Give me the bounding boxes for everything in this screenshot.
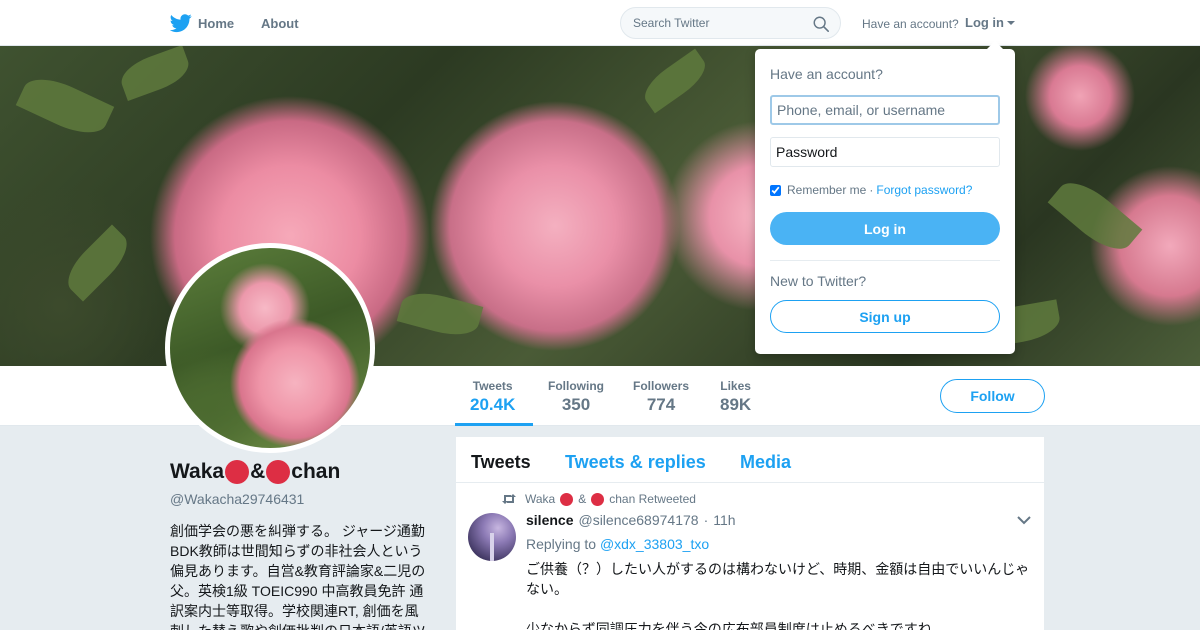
twitter-bird-icon [170,14,192,33]
remember-me-row: Remember me · Forgot password? [770,183,972,197]
signup-button[interactable]: Sign up [770,300,1000,333]
search-icon[interactable] [812,15,830,33]
tweet-separator: · [703,512,709,528]
tab-tweets-and-replies[interactable]: Tweets & replies [565,452,706,473]
red-circle-emoji [225,460,250,484]
stat-tweets-label: Tweets [472,379,513,393]
tweet-text-continued: 少なからず同調圧力を伴う今の広布部員制度は止めるべきですね [526,621,932,630]
retweeter-name-prefix: Waka [525,492,556,506]
tweet-author-handle[interactable]: @silence68974178 [578,512,698,528]
tweet-timestamp[interactable]: 11h [713,512,735,528]
about-link[interactable]: About [261,16,299,31]
profile-bio: 創価学会の悪を糾弾する。 ジャージ通勤BDK教師は世間知らずの非社会人という偏見… [170,523,426,630]
search-box [620,7,841,39]
stat-likes-value: 89K [720,395,752,414]
login-button[interactable]: Log in [770,212,1000,245]
forgot-password-link[interactable]: Forgot password? [876,183,972,197]
tab-media[interactable]: Media [740,452,791,473]
tweet-author-name[interactable]: silence [526,512,573,528]
profile-name-suffix: chan [291,460,341,483]
remember-me-checkbox[interactable] [770,184,781,196]
replying-to-handle[interactable]: @xdx_33803_txo [600,536,709,552]
follow-button[interactable]: Follow [940,379,1045,413]
timeline: Tweets Tweets & replies Media Waka & cha… [456,437,1044,630]
stat-following-value: 350 [561,395,591,414]
home-label: Home [198,15,235,31]
profile-avatar[interactable] [165,243,375,453]
caret-down-icon [1007,21,1015,25]
active-stat-underline [455,423,533,426]
home-link[interactable]: Home [170,12,234,34]
tweet-header: silence @silence68974178 · 11h [526,512,736,528]
profile-name-prefix: Waka [170,460,225,483]
login-link-label: Log in [965,15,1004,30]
login-dropdown: Have an account? Remember me · Forgot pa… [755,41,1015,354]
username-field[interactable] [770,95,1000,125]
login-dropdown-toggle[interactable]: Log in [965,15,1015,30]
red-circle-emoji [266,460,291,484]
dropdown-title: Have an account? [770,66,883,82]
stat-tweets-value: 20.4K [470,395,516,414]
tweet-text: ご供養（？）したい人がするのは構わないけど、時期、金額は自由でいいんじゃない。 [526,561,1030,597]
tab-tweets[interactable]: Tweets [471,452,531,473]
have-account-text: Have an account? [862,17,959,31]
profile-handle[interactable]: @Wakacha29746431 [170,491,304,507]
red-circle-emoji [560,492,574,506]
replying-to-label: Replying to [526,536,597,552]
retweet-icon [502,494,516,504]
profile-name[interactable]: Waka & chan [170,460,340,484]
stat-tweets[interactable]: Tweets 20.4K [470,379,515,415]
top-navigation-bar: Home About Have an account? Log in [0,0,1200,46]
avatar-image [170,248,370,448]
search-input[interactable] [633,16,803,30]
tweet-author-avatar[interactable] [468,513,516,561]
stat-likes-label: Likes [720,379,751,393]
stat-followers-label: Followers [633,379,690,393]
profile-name-mid: & [250,460,266,483]
stat-following-label: Following [548,379,604,393]
stat-likes[interactable]: Likes 89K [720,379,751,415]
stat-followers[interactable]: Followers 774 [633,379,689,415]
retweeter-name-mid: & [578,492,587,506]
timeline-tabs: Tweets Tweets & replies Media [456,437,1044,483]
stat-followers-value: 774 [646,395,676,414]
remember-me-label[interactable]: Remember me [787,183,866,197]
password-field[interactable] [770,137,1000,167]
red-circle-emoji [591,492,605,506]
new-to-twitter-text: New to Twitter? [770,273,867,289]
remember-separator: · [869,183,874,197]
retweet-context: Waka & chan Retweeted [501,492,696,506]
chevron-down-icon[interactable] [1017,515,1031,525]
stat-following[interactable]: Following 350 [548,379,604,415]
dropdown-divider [770,260,1000,261]
retweeter-name-suffix: chan Retweeted [609,492,696,506]
replying-to-line: Replying to @xdx_33803_txo [526,536,709,552]
